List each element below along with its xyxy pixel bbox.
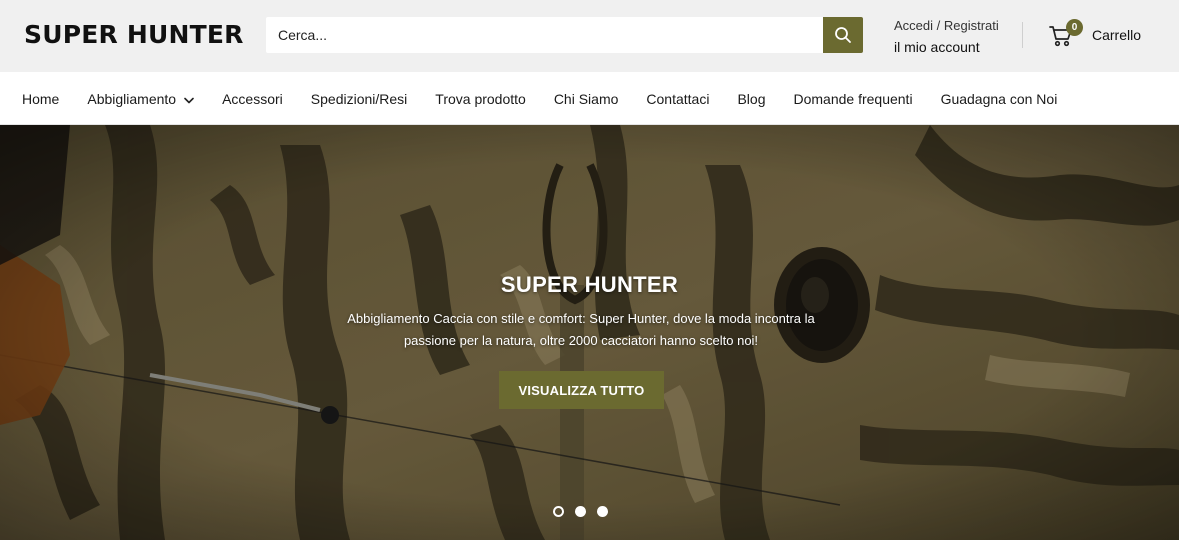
my-account-label: il mio account	[894, 39, 980, 55]
search-button[interactable]	[823, 17, 863, 53]
account-link[interactable]: Accedi / Registrati il mio account	[894, 16, 999, 57]
nav-item-label: Chi Siamo	[553, 90, 619, 107]
cart-count-badge: 0	[1066, 19, 1083, 36]
hero-subtitle: Abbigliamento Caccia con stile e comfort…	[347, 311, 815, 348]
login-register-label: Accedi / Registrati	[894, 18, 999, 33]
nav-item-label: Spedizioni/Resi	[310, 90, 408, 107]
cart-label: Carrello	[1092, 27, 1142, 43]
cart-icon-wrap: 0	[1048, 19, 1083, 48]
slide-dot-2[interactable]	[575, 506, 586, 517]
nav-list: Home Abbigliamento Accessori Spedizioni/…	[22, 72, 1085, 125]
view-all-button[interactable]: VISUALIZZA TUTTO	[499, 371, 664, 409]
search-input[interactable]	[266, 17, 823, 53]
nav-item-chi-siamo[interactable]: Chi Siamo	[554, 91, 619, 107]
main-nav: Home Abbigliamento Accessori Spedizioni/…	[0, 72, 1179, 125]
nav-item-label: Home	[22, 90, 60, 107]
hero-title: SUPER HUNTER	[500, 272, 679, 297]
nav-item-label: Abbigliamento	[87, 90, 177, 107]
search-bar	[266, 17, 863, 53]
nav-item-label: Accessori	[222, 90, 283, 107]
nav-item-domande-frequenti[interactable]: Domande frequenti	[793, 91, 912, 107]
nav-item-label: Domande frequenti	[793, 90, 913, 107]
site-logo[interactable]: SUPER HUNTER	[24, 20, 244, 50]
nav-item-accessori[interactable]: Accessori	[222, 91, 283, 107]
header-divider	[1022, 22, 1023, 48]
nav-item-label: Trova prodotto	[435, 90, 526, 107]
site-header: SUPER HUNTER Accedi / Registrati il mio …	[0, 0, 1179, 72]
nav-item-guadagna-con-noi[interactable]: Guadagna con Noi	[941, 91, 1058, 107]
nav-item-home[interactable]: Home	[22, 91, 59, 107]
cart-button[interactable]: 0 Carrello	[1048, 19, 1142, 50]
nav-item-spedizioni-resi[interactable]: Spedizioni/Resi	[311, 91, 408, 107]
nav-item-label: Contattaci	[646, 90, 710, 107]
chevron-down-icon	[184, 91, 194, 107]
hero-slideshow: SUPER HUNTER Abbigliamento Caccia con st…	[0, 125, 1179, 540]
nav-item-abbigliamento[interactable]: Abbigliamento	[87, 91, 194, 107]
slide-dot-3[interactable]	[597, 506, 608, 517]
nav-item-label: Guadagna con Noi	[940, 90, 1058, 107]
slide-dot-1[interactable]	[553, 506, 564, 517]
nav-item-blog[interactable]: Blog	[737, 91, 765, 107]
search-icon	[835, 27, 851, 43]
nav-item-label: Blog	[737, 90, 766, 107]
nav-item-trova-prodotto[interactable]: Trova prodotto	[435, 91, 526, 107]
slideshow-dots	[553, 506, 619, 517]
nav-item-contattaci[interactable]: Contattaci	[646, 91, 709, 107]
